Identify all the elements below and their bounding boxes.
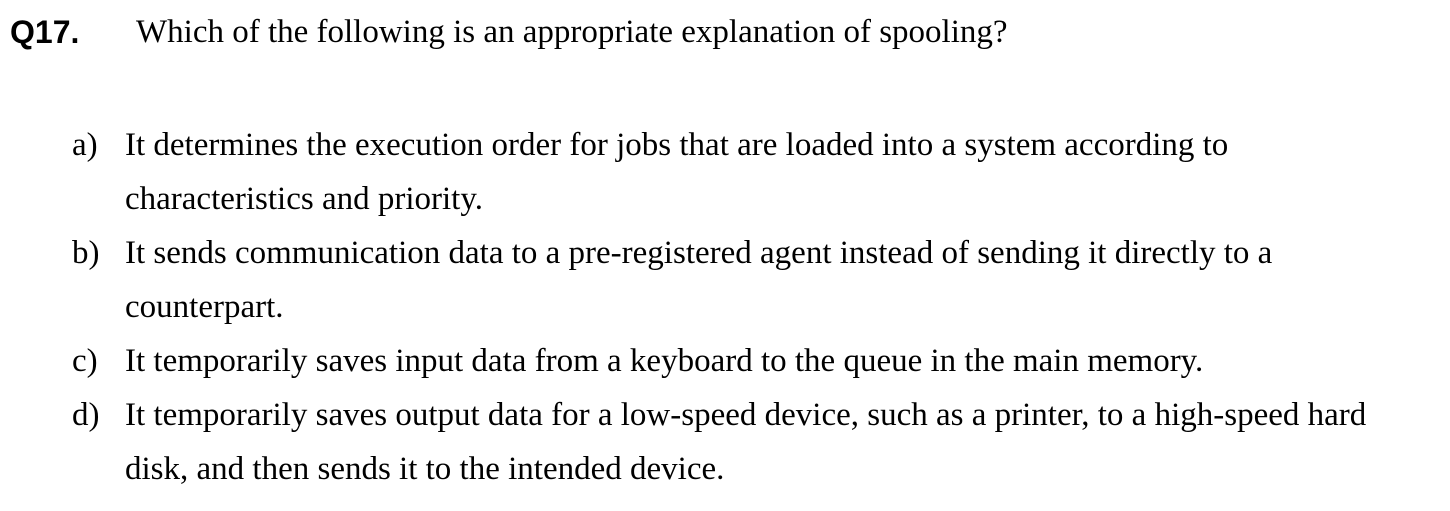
answer-options: a) It determines the execution order for… (72, 118, 1412, 496)
question-number: Q17. (10, 14, 80, 50)
answer-option-d[interactable]: d) It temporarily saves output data for … (72, 388, 1412, 496)
question-header: Q17. Which of the following is an approp… (10, 10, 1430, 60)
option-letter: a) (72, 127, 98, 163)
option-letter: b) (72, 235, 100, 271)
answer-option-b[interactable]: b) It sends communication data to a pre-… (72, 226, 1412, 334)
question-page: Q17. Which of the following is an approp… (0, 0, 1450, 511)
option-text: It determines the execution order for jo… (125, 127, 1229, 217)
answer-option-c[interactable]: c) It temporarily saves input data from … (72, 334, 1412, 388)
option-text: It sends communication data to a pre-reg… (125, 235, 1273, 325)
option-text: It temporarily saves input data from a k… (125, 343, 1204, 379)
answer-option-a[interactable]: a) It determines the execution order for… (72, 118, 1412, 226)
option-text: It temporarily saves output data for a l… (125, 397, 1367, 487)
option-letter: c) (72, 343, 98, 379)
option-letter: d) (72, 397, 100, 433)
question-text: Which of the following is an appropriate… (136, 14, 1008, 50)
